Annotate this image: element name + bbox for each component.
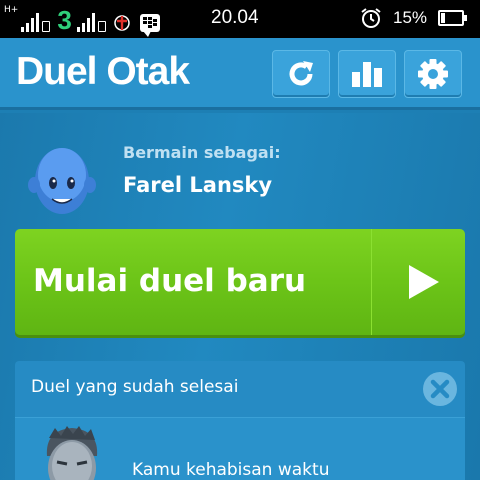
network-type: H+: [4, 5, 19, 15]
main-content: Bermain sebagai: Farel Lansky Mulai duel…: [0, 113, 480, 480]
player-name: Farel Lansky: [123, 173, 273, 197]
finished-duels-header: Duel yang sudah selesai: [15, 361, 465, 421]
list-item[interactable]: Kamu kehabisan waktu: [15, 417, 465, 480]
signal-icon-2: [76, 12, 95, 32]
finished-duels-title: Duel yang sudah selesai: [31, 377, 239, 397]
button-divider: [371, 229, 372, 335]
status-bar: H+ 3 20.04 15%: [0, 0, 480, 38]
start-new-duel-button[interactable]: Mulai duel baru: [15, 229, 465, 335]
opponent-avatar: [46, 426, 98, 480]
avatar: [28, 148, 96, 214]
sim-icon: [42, 21, 51, 32]
refresh-button[interactable]: [272, 50, 330, 98]
alarm-icon: [361, 8, 381, 28]
battery-icon: [438, 10, 467, 26]
play-icon: [409, 265, 439, 299]
statistics-button[interactable]: [338, 50, 396, 98]
clock: 20.04: [211, 7, 259, 28]
battery-percent: 15%: [393, 8, 428, 27]
settings-button[interactable]: [404, 50, 462, 98]
duel-status: Kamu kehabisan waktu: [132, 460, 330, 480]
app-header: Duel Otak: [0, 38, 480, 110]
app-title: Duel Otak: [16, 50, 190, 93]
carrier-icon: 3: [57, 5, 72, 35]
gear-icon: [418, 59, 448, 89]
status-icons-left: H+ 3: [4, 5, 160, 37]
start-new-duel-label: Mulai duel baru: [33, 263, 307, 299]
refresh-icon: [289, 61, 313, 86]
telkomsel-icon: [114, 14, 130, 32]
close-circle-icon[interactable]: [421, 370, 459, 408]
playing-as-label: Bermain sebagai:: [123, 143, 281, 162]
bar-chart-icon: [352, 62, 382, 87]
bbm-icon: [139, 14, 160, 37]
signal-icon: [21, 12, 40, 32]
sim-icon-2: [97, 21, 106, 32]
